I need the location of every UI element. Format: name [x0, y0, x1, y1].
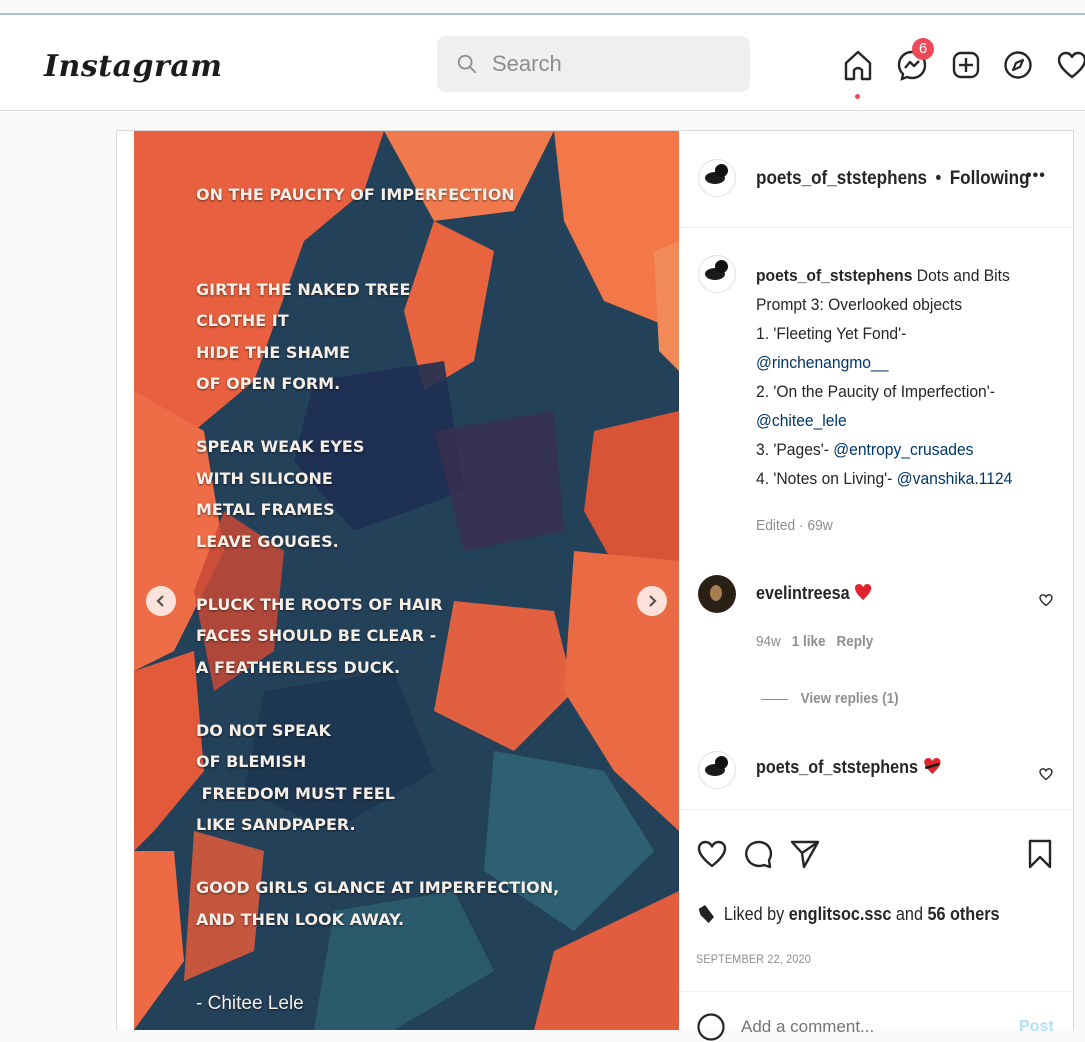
post-header: poets_of_ststephens • Following •••	[679, 131, 1073, 228]
post-card: ON THE PAUCITY OF IMPERFECTION GIRTH THE …	[116, 130, 1074, 1041]
reply-button[interactable]: Reply	[836, 633, 873, 650]
poem-line: CLOTHE IT	[196, 311, 289, 330]
comment-time: 94w	[756, 633, 781, 650]
instagram-logo[interactable]: Instagram	[44, 49, 223, 84]
edited-timestamp: Edited · 69w	[756, 517, 833, 534]
view-replies-label: View replies (1)	[800, 690, 899, 707]
liked-by-avatar[interactable]	[696, 903, 716, 925]
new-post-icon[interactable]	[949, 48, 983, 82]
poem-line: FREEDOM MUST FEEL	[196, 783, 395, 803]
likes-count-link[interactable]: 56 others	[927, 904, 999, 924]
post-comment-button[interactable]: Post	[1019, 1018, 1054, 1036]
poem-line: OF OPEN FORM.	[196, 374, 341, 393]
like-comment-heart-icon[interactable]	[1039, 593, 1053, 607]
share-paper-plane-icon[interactable]	[789, 838, 821, 870]
poem-line: DO NOT SPEAK	[196, 720, 331, 740]
chevron-left-icon	[156, 595, 164, 607]
caption-line: Prompt 3: Overlooked objects	[756, 295, 963, 314]
next-arrow-button[interactable]	[637, 586, 667, 616]
poem-line: METAL FRAMES	[196, 500, 335, 519]
liked-by-prefix: Liked by	[723, 904, 785, 924]
commenter-avatar[interactable]	[698, 575, 736, 613]
post-sidebar: poets_of_ststephens • Following ••• poet…	[679, 131, 1073, 1041]
poem-line: HIDE THE SHAME	[196, 342, 351, 362]
caption-line: 4. 'Notes on Living'-	[756, 469, 893, 488]
red-heart-emoji-icon	[855, 584, 872, 600]
caption-line: 3. 'Pages'-	[756, 440, 829, 459]
top-navbar: Instagram 6	[0, 15, 1085, 111]
mending-heart-emoji-icon	[924, 758, 941, 774]
notification-badge: 6	[912, 38, 934, 60]
add-comment-input[interactable]	[739, 1016, 993, 1038]
chevron-right-icon	[649, 595, 657, 607]
poem-line	[196, 400, 656, 432]
poem-line: FACES SHOULD BE CLEAR -	[196, 626, 437, 645]
mention-link[interactable]: @vanshika.1124	[897, 469, 1013, 488]
poem-line: PLUCK THE ROOTS OF HAIR	[196, 594, 443, 614]
separator-dot: •	[935, 168, 942, 189]
poem-line: GIRTH THE NAKED TREE	[196, 279, 411, 299]
poem-line	[196, 211, 656, 243]
liked-by-and: and	[895, 904, 923, 924]
emoji-icon[interactable]	[696, 1012, 726, 1042]
mention-link[interactable]: @chitee_lele	[756, 406, 1032, 435]
home-icon[interactable]	[841, 48, 875, 82]
explore-compass-icon[interactable]	[1001, 48, 1035, 82]
poem-line	[196, 683, 656, 715]
comment-username[interactable]: poets_of_ststephens	[756, 757, 918, 777]
liked-by-user[interactable]: englitsoc.ssc	[789, 904, 892, 924]
poem-line	[196, 557, 656, 589]
caption-avatar[interactable]	[698, 255, 736, 293]
like-comment-heart-icon[interactable]	[1039, 767, 1053, 781]
poem-text: ON THE PAUCITY OF IMPERFECTION GIRTH THE …	[196, 179, 656, 935]
poem-line: A FEATHERLESS DUCK.	[196, 657, 401, 677]
poem-line: SPEAR WEAK EYES	[196, 437, 365, 456]
commenter-avatar[interactable]	[698, 751, 736, 789]
post-caption: poets_of_ststephens Dots and Bits Prompt…	[756, 261, 1032, 540]
comment-bubble-icon[interactable]	[742, 838, 774, 870]
poem-line: OF BLEMISH	[196, 752, 307, 771]
like-heart-icon[interactable]	[696, 838, 728, 870]
following-button[interactable]: Following	[950, 168, 1030, 189]
poem-line	[196, 841, 656, 873]
caption-line: 1. 'Fleeting Yet Fond'-	[756, 324, 907, 343]
caption-line: 2. 'On the Paucity of Imperfection'-	[756, 382, 995, 401]
activity-heart-icon[interactable]	[1055, 48, 1085, 82]
search-bar[interactable]	[437, 36, 750, 92]
save-bookmark-icon[interactable]	[1027, 838, 1053, 870]
home-active-indicator	[855, 94, 860, 99]
previous-arrow-button[interactable]	[146, 586, 176, 616]
more-options-button[interactable]: •••	[1026, 167, 1046, 185]
caption-username[interactable]: poets_of_ststephens	[756, 266, 912, 285]
poem-line: LIKE SANDPAPER.	[196, 815, 356, 834]
view-replies-button[interactable]: View replies (1)	[761, 690, 899, 707]
post-image: ON THE PAUCITY OF IMPERFECTION GIRTH THE …	[134, 131, 679, 1030]
mention-link[interactable]: @rinchenangmo__	[756, 348, 1032, 377]
poem-line: GOOD GIRLS GLANCE AT IMPERFECTION,	[196, 878, 560, 897]
mention-link[interactable]: @entropy_crusades	[833, 440, 973, 459]
poem-line: ON THE PAUCITY OF IMPERFECTION	[196, 185, 515, 204]
post-date: SEPTEMBER 22, 2020	[696, 952, 811, 966]
comment-username[interactable]: evelintreesa	[756, 583, 850, 603]
add-comment-bar: Post	[679, 991, 1073, 1041]
search-input[interactable]	[490, 50, 734, 78]
poem-line: WITH SILICONE	[196, 468, 333, 488]
poem-author: - Chitee Lele	[196, 993, 304, 1014]
poem-line	[196, 242, 656, 274]
search-icon	[457, 54, 477, 74]
liker-avatar-icon	[698, 905, 714, 923]
owner-username[interactable]: poets_of_ststephens	[756, 168, 927, 189]
poem-line: LEAVE GOUGES.	[196, 531, 339, 551]
poem-line: AND THEN LOOK AWAY.	[196, 909, 405, 929]
caption-line: Dots and Bits	[916, 266, 1010, 285]
comment-likes[interactable]: 1 like	[792, 633, 826, 650]
owner-avatar[interactable]	[698, 159, 736, 197]
